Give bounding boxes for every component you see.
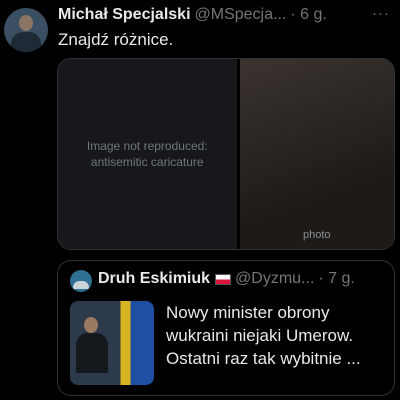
author-name[interactable]: Michał Specjalski — [58, 6, 191, 24]
quote-avatar[interactable] — [70, 270, 92, 292]
author-handle[interactable]: @MSpecja... — [195, 6, 287, 24]
quote-header: Druh Eskimiuk @Dyzmu... · 7 g. — [98, 270, 388, 288]
thumbnail-figure-head — [84, 317, 98, 333]
withheld-notice: Image not reproduced: antisemitic carica… — [86, 138, 208, 169]
quote-text: Nowy minister obrony wukraini niejaki Um… — [166, 301, 390, 370]
media-left-withheld: Image not reproduced: antisemitic carica… — [58, 59, 237, 249]
more-options-icon[interactable]: ··· — [372, 5, 390, 22]
tweet-header: Michał Specjalski @MSpecja... · 6 g. — [58, 6, 364, 24]
quote-thumbnail[interactable] — [70, 301, 154, 385]
quote-text-line: Ostatni raz tak wybitnie ... — [166, 349, 361, 368]
poland-flag-icon — [215, 273, 232, 285]
quote-author-handle[interactable]: @Dyzmu... — [235, 270, 314, 288]
photo-placeholder-label: photo — [302, 229, 331, 241]
avatar-head — [19, 15, 33, 31]
avatar-body — [11, 32, 41, 52]
quote-author-name[interactable]: Druh Eskimiuk — [98, 270, 210, 288]
quote-text-line: wukraini niejaki Umerow. — [166, 326, 354, 345]
tweet-media[interactable]: Image not reproduced: antisemitic carica… — [57, 58, 395, 250]
quote-text-line: Nowy minister obrony — [166, 303, 330, 322]
timestamp[interactable]: · 6 g. — [290, 6, 326, 24]
avatar[interactable] — [4, 8, 48, 52]
quote-timestamp[interactable]: · 7 g. — [318, 270, 354, 288]
media-right-photo-placeholder[interactable]: photo — [239, 59, 394, 249]
thumbnail-figure-body — [76, 333, 108, 373]
tweet-text: Znajdź różnice. — [58, 30, 174, 49]
quoted-tweet[interactable]: Druh Eskimiuk @Dyzmu... · 7 g. Nowy mini… — [57, 260, 395, 396]
tweet[interactable]: Michał Specjalski @MSpecja... · 6 g. ···… — [0, 0, 400, 400]
